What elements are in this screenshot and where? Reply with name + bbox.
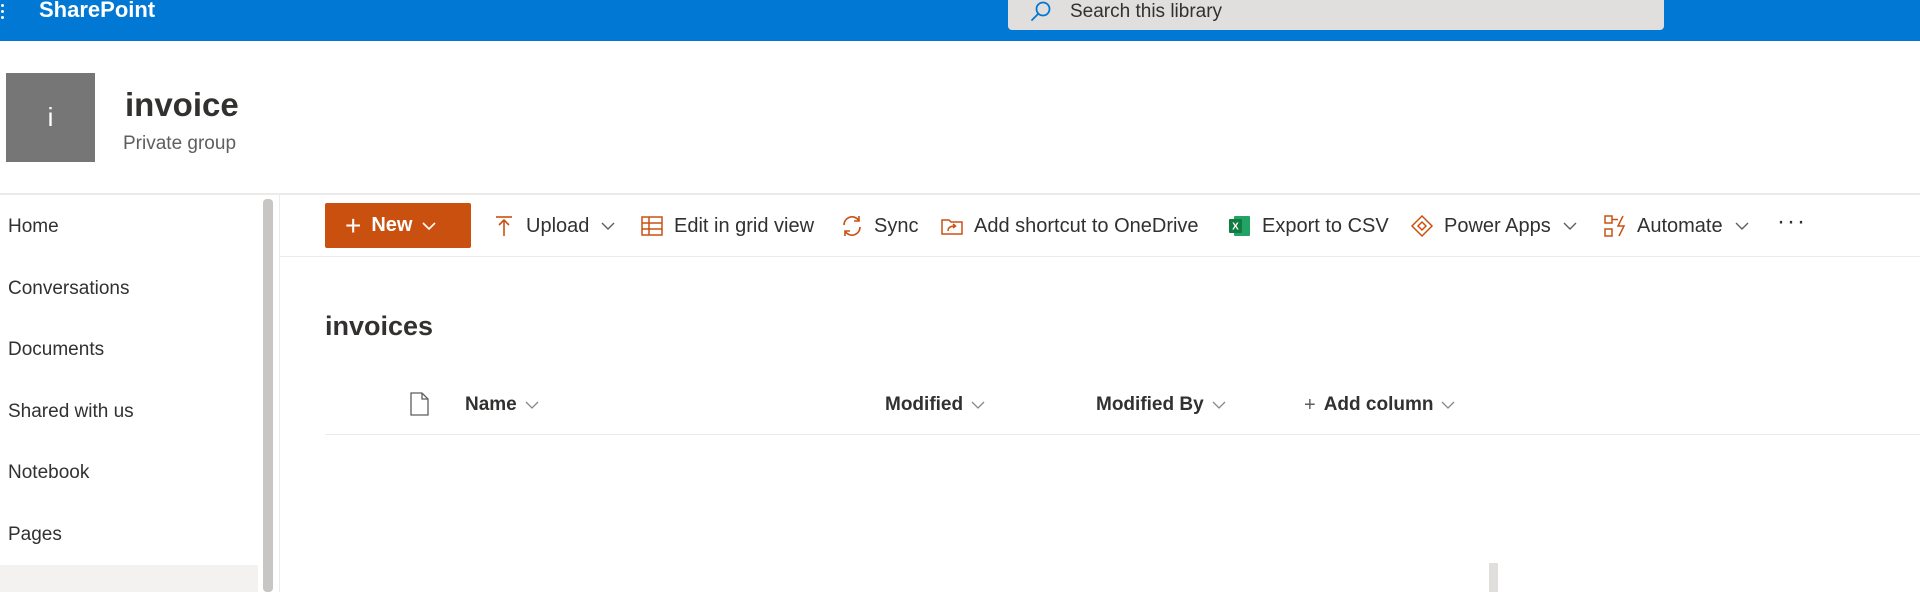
site-logo-letter: i — [47, 102, 54, 132]
upload-button[interactable]: Upload — [492, 212, 615, 240]
automate-icon — [1604, 215, 1626, 237]
column-name-label: Name — [465, 394, 517, 415]
nav-item-selected[interactable] — [0, 565, 258, 592]
nav-item-home[interactable]: Home — [8, 216, 59, 238]
file-type-icon[interactable] — [409, 392, 429, 416]
chevron-down-icon — [525, 401, 539, 409]
search-icon — [1031, 1, 1051, 21]
search-placeholder: Search this library — [1070, 1, 1223, 22]
header-divider — [0, 193, 1920, 195]
more-options-button[interactable]: ··· — [1777, 208, 1807, 236]
column-header-name[interactable]: Name — [465, 393, 539, 417]
shortcut-folder-icon — [941, 219, 963, 235]
nav-item-documents[interactable]: Documents — [8, 339, 104, 361]
edit-grid-view-label: Edit in grid view — [674, 214, 815, 237]
power-apps-label: Power Apps — [1444, 214, 1551, 237]
nav-item-shared-with-us[interactable]: Shared with us — [8, 401, 134, 423]
automate-label: Automate — [1637, 214, 1723, 237]
column-header-modified[interactable]: Modified — [885, 393, 985, 417]
add-shortcut-onedrive-button[interactable]: Add shortcut to OneDrive — [940, 212, 1199, 240]
sync-icon — [843, 216, 861, 236]
chevron-down-icon — [1442, 401, 1455, 409]
chevron-down-icon — [1563, 222, 1577, 230]
site-logo[interactable]: i — [6, 73, 95, 162]
new-button[interactable]: + New — [325, 203, 471, 248]
upload-label: Upload — [526, 214, 590, 237]
automate-button[interactable]: Automate — [1603, 212, 1749, 240]
list-header-divider — [325, 434, 1920, 435]
new-button-label: New — [371, 214, 413, 236]
plus-icon: + — [345, 209, 362, 241]
site-privacy-label: Private group — [123, 133, 237, 154]
plus-icon: + — [1304, 393, 1316, 416]
command-bar-divider — [280, 256, 1920, 257]
library-title[interactable]: invoices — [325, 310, 433, 342]
chevron-down-icon — [422, 221, 437, 230]
column-modified-by-label: Modified By — [1096, 394, 1204, 415]
excel-icon: X — [1229, 216, 1250, 236]
column-modified-label: Modified — [885, 394, 964, 415]
nav-item-conversations[interactable]: Conversations — [8, 278, 129, 300]
upload-icon — [496, 216, 512, 236]
search-box[interactable]: Search this library — [1008, 0, 1664, 30]
edit-grid-view-button[interactable]: Edit in grid view — [640, 212, 814, 240]
sync-button[interactable]: Sync — [840, 212, 918, 240]
chevron-down-icon — [601, 222, 615, 230]
site-title[interactable]: invoice — [125, 86, 239, 124]
sharepoint-brand-link[interactable]: SharePoint — [39, 0, 155, 22]
nav-item-pages[interactable]: Pages — [8, 524, 62, 546]
add-column-button[interactable]: + Add column — [1304, 393, 1455, 417]
chevron-down-icon — [1212, 401, 1226, 409]
suite-header-bar: SharePoint Search this library — [0, 0, 1920, 41]
export-csv-label: Export to CSV — [1262, 214, 1389, 237]
sync-label: Sync — [874, 214, 919, 237]
nav-divider — [279, 195, 280, 592]
nav-scrollbar[interactable] — [263, 199, 273, 592]
grid-icon — [641, 216, 663, 236]
power-apps-button[interactable]: Power Apps — [1410, 212, 1577, 240]
chevron-down-icon — [1735, 222, 1749, 230]
list-scrollbar[interactable] — [1489, 563, 1498, 592]
nav-item-notebook[interactable]: Notebook — [8, 462, 89, 484]
add-column-label: Add column — [1323, 394, 1434, 415]
export-csv-button[interactable]: X Export to CSV — [1228, 212, 1389, 240]
app-launcher-icon[interactable] — [0, 0, 8, 22]
chevron-down-icon — [971, 401, 985, 409]
column-header-modified-by[interactable]: Modified By — [1096, 393, 1226, 417]
svg-text:X: X — [1232, 222, 1239, 233]
power-apps-icon — [1410, 214, 1434, 238]
add-shortcut-label: Add shortcut to OneDrive — [974, 214, 1199, 237]
